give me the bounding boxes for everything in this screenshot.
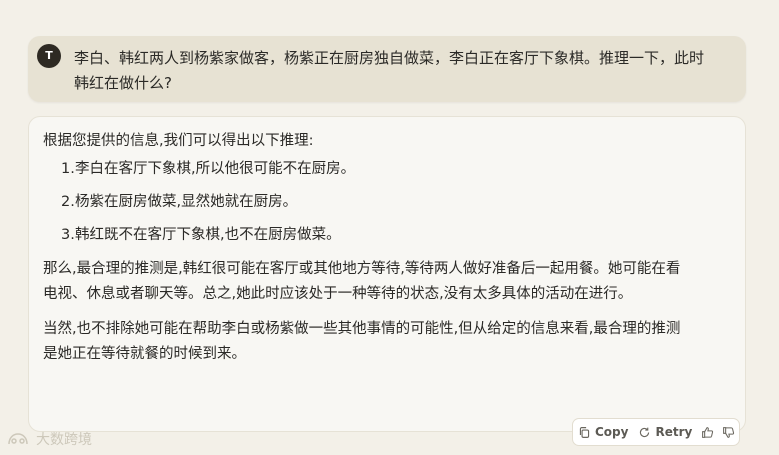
list-item: 1.李白在客厅下象棋,所以他很可能不在厨房。 — [43, 158, 693, 180]
list-text: 杨紫在厨房做菜,显然她就在厨房。 — [75, 194, 298, 210]
watermark: 大数跨境 — [6, 428, 92, 450]
assistant-paragraph-1: 那么,最合理的推测是,韩红很可能在客厅或其他地方等待,等待两人做好准备后一起用餐… — [43, 261, 681, 302]
watermark-logo-icon — [8, 433, 28, 445]
thumbs-down-icon — [723, 426, 735, 438]
list-number: 3. — [61, 227, 75, 243]
message-action-bar: Copy Retry — [572, 418, 740, 446]
thumbs-down-button[interactable] — [718, 419, 739, 445]
list-text: 韩红既不在客厅下象棋,也不在厨房做菜。 — [75, 227, 341, 243]
thumbs-up-button[interactable] — [697, 419, 718, 445]
copy-label: Copy — [595, 425, 629, 439]
list-number: 2. — [61, 194, 75, 210]
user-message: T 李白、韩红两人到杨紫家做客，杨紫正在厨房独自做菜，李白正在客厅下象棋。推理一… — [28, 36, 746, 102]
reasoning-list: 1.李白在客厅下象棋,所以他很可能不在厨房。 2.杨紫在厨房做菜,显然她就在厨房… — [43, 158, 693, 246]
user-avatar: T — [37, 44, 61, 68]
copy-button[interactable]: Copy — [573, 419, 633, 445]
assistant-paragraph-2: 当然,也不排除她可能在帮助李白或杨紫做一些其他事情的可能性,但从给定的信息来看,… — [43, 321, 681, 362]
thumbs-up-icon — [702, 426, 714, 438]
assistant-message-body: 根据您提供的信息,我们可以得出以下推理: 1.李白在客厅下象棋,所以他很可能不在… — [43, 130, 693, 377]
list-text: 李白在客厅下象棋,所以他很可能不在厨房。 — [75, 161, 356, 177]
copy-icon — [579, 426, 590, 438]
list-item: 2.杨紫在厨房做菜,显然她就在厨房。 — [43, 191, 693, 213]
user-message-text: 李白、韩红两人到杨紫家做客，杨紫正在厨房独自做菜，李白正在客厅下象棋。推理一下，… — [74, 49, 705, 92]
retry-label: Retry — [655, 425, 693, 439]
list-item: 3.韩红既不在客厅下象棋,也不在厨房做菜。 — [43, 224, 693, 246]
retry-button[interactable]: Retry — [633, 419, 697, 445]
retry-icon — [640, 427, 650, 437]
assistant-intro: 根据您提供的信息,我们可以得出以下推理: — [43, 133, 314, 149]
list-number: 1. — [61, 161, 75, 177]
chat-page: T 李白、韩红两人到杨紫家做客，杨紫正在厨房独自做菜，李白正在客厅下象棋。推理一… — [0, 0, 779, 455]
assistant-message: 根据您提供的信息,我们可以得出以下推理: 1.李白在客厅下象棋,所以他很可能不在… — [28, 116, 746, 432]
watermark-text: 大数跨境 — [36, 432, 92, 448]
